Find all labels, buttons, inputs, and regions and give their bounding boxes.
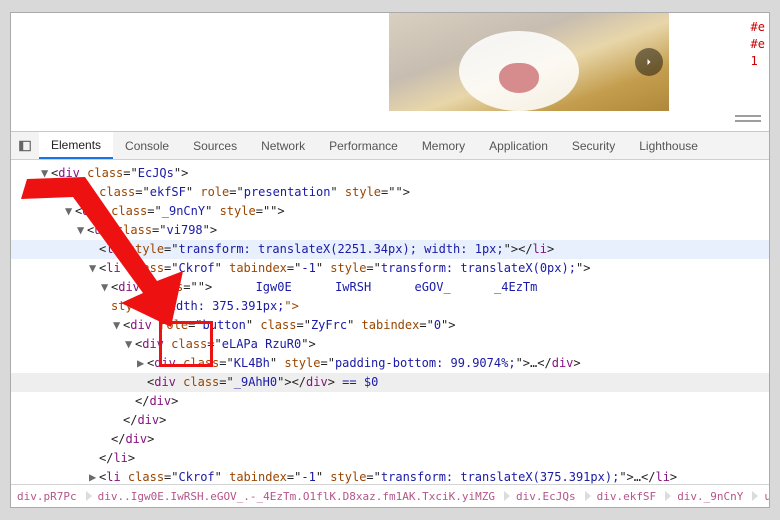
- tab-lighthouse[interactable]: Lighthouse: [627, 132, 710, 159]
- dom-row[interactable]: ▼<div class="ekfSF" role="presentation" …: [11, 183, 769, 202]
- elements-dom-tree[interactable]: ▼<div class="EcJQs">▼<div class="ekfSF" …: [11, 160, 769, 508]
- tab-performance[interactable]: Performance: [317, 132, 410, 159]
- devtools-tab-bar: ElementsConsoleSourcesNetworkPerformance…: [11, 132, 769, 160]
- breadcrumb-item[interactable]: div..Igw0E.IwRSH.eGOV_.-_4EzTm.O1flK.D8x…: [86, 490, 504, 503]
- dock-side-button[interactable]: [11, 132, 39, 159]
- dom-row[interactable]: <div class="_9AhH0"></div> == $0: [11, 373, 769, 392]
- breadcrumb-item[interactable]: div.pR7Pc: [17, 490, 86, 503]
- dom-row[interactable]: style="width: 375.391px;">: [11, 297, 769, 316]
- dom-row[interactable]: ▼<div class=""> Igw0E IwRSH eGOV_ _4EzTm: [11, 278, 769, 297]
- elements-breadcrumb[interactable]: div.pR7Pcdiv..Igw0E.IwRSH.eGOV_.-_4EzTm.…: [11, 484, 769, 507]
- dom-row[interactable]: ▼<li class="Ckrof" tabindex="-1" style="…: [11, 259, 769, 278]
- dom-row[interactable]: </div>: [11, 411, 769, 430]
- breadcrumb-item[interactable]: div._9nCnY: [665, 490, 752, 503]
- dom-row[interactable]: <li style="transform: translateX(2251.34…: [11, 240, 769, 259]
- styles-sidebar-snippet: #e #e 1: [751, 19, 765, 69]
- breadcrumb-item[interactable]: div.EcJQs: [504, 490, 585, 503]
- dom-row[interactable]: </div>: [11, 392, 769, 411]
- tab-console[interactable]: Console: [113, 132, 181, 159]
- dom-row[interactable]: ▼<div class="eLAPa RzuR0">: [11, 335, 769, 354]
- page-preview-strip: #e #e 1: [11, 13, 769, 132]
- tab-sources[interactable]: Sources: [181, 132, 249, 159]
- breadcrumb-item[interactable]: ul.vi798: [752, 490, 769, 503]
- dom-row[interactable]: </li>: [11, 449, 769, 468]
- dom-row[interactable]: ▼<div role="button" class="ZyFrc" tabind…: [11, 316, 769, 335]
- chevron-right-icon: [643, 56, 655, 68]
- dom-row[interactable]: ▶<div class="KL4Bh" style="padding-botto…: [11, 354, 769, 373]
- pane-resize-handle[interactable]: [733, 113, 763, 125]
- tab-memory[interactable]: Memory: [410, 132, 477, 159]
- dom-row[interactable]: </div>: [11, 430, 769, 449]
- tab-elements[interactable]: Elements: [39, 132, 113, 159]
- dom-row[interactable]: ▼<div class="EcJQs">: [11, 164, 769, 183]
- dock-icon: [18, 139, 32, 153]
- preview-image: [389, 13, 669, 111]
- tab-network[interactable]: Network: [249, 132, 317, 159]
- carousel-next-button[interactable]: [635, 48, 663, 76]
- breadcrumb-item[interactable]: div.ekfSF: [585, 490, 666, 503]
- tab-security[interactable]: Security: [560, 132, 627, 159]
- dom-row[interactable]: ▼<ul class="vi798">: [11, 221, 769, 240]
- tab-application[interactable]: Application: [477, 132, 560, 159]
- dom-row[interactable]: ▼<div class="_9nCnY" style="">: [11, 202, 769, 221]
